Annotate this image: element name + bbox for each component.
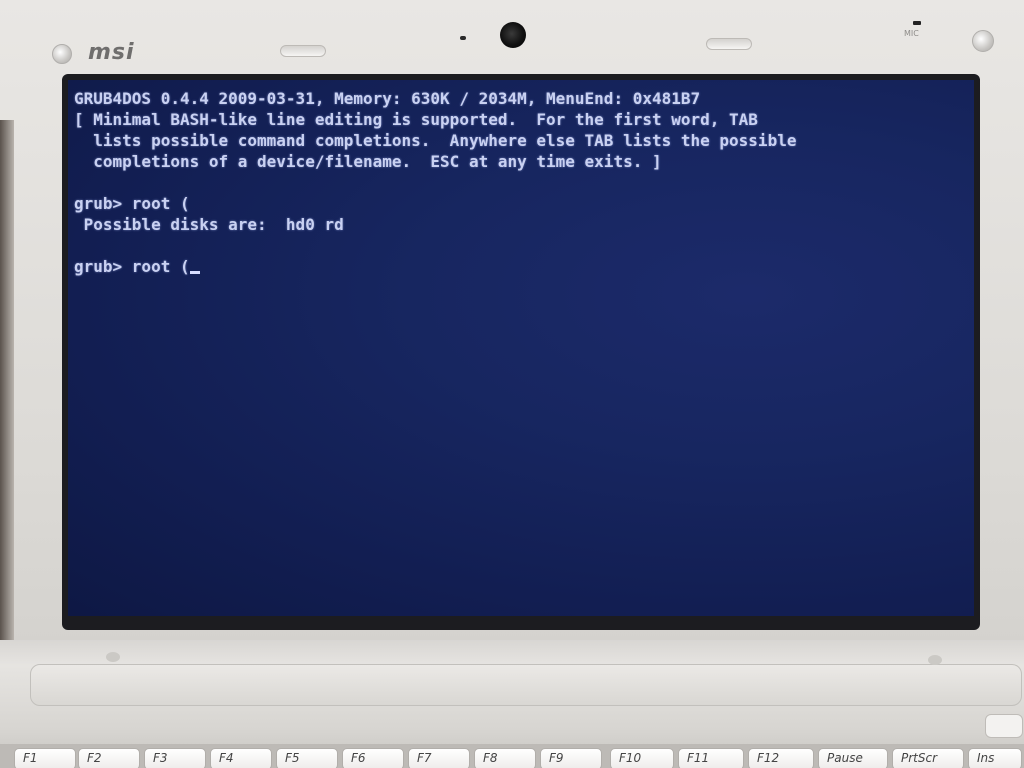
terminal-prompt-line[interactable]: grub> root ( <box>74 256 964 277</box>
key-ins[interactable]: Ins <box>968 748 1022 768</box>
key-f12[interactable]: F12 <box>748 748 814 768</box>
key-prtscr[interactable]: PrtScr <box>892 748 964 768</box>
microphone-icon <box>913 21 921 25</box>
key-f11[interactable]: F11 <box>678 748 744 768</box>
brand-logo: msi <box>88 40 135 65</box>
terminal-line-help-2: lists possible command completions. Anyw… <box>74 131 797 150</box>
key-f2[interactable]: F2 <box>78 748 140 768</box>
key-pause[interactable]: Pause <box>818 748 888 768</box>
terminal-line-help-1: [ Minimal BASH-like line editing is supp… <box>74 110 758 129</box>
terminal-line-help-3: completions of a device/filename. ESC at… <box>74 152 662 171</box>
hinge-bar <box>30 664 1022 706</box>
terminal-output: GRUB4DOS 0.4.4 2009-03-31, Memory: 630K … <box>74 88 964 277</box>
prompt-input-text[interactable]: grub> root ( <box>74 257 190 276</box>
bezel-slot-left <box>280 45 326 57</box>
terminal-line-command: grub> root ( <box>74 194 190 213</box>
side-badge <box>985 714 1023 738</box>
hinge-knob-left <box>106 652 120 662</box>
camera-indicator-icon <box>460 36 466 40</box>
laptop-body: msi MIC GRUB4DOS 0.4.4 2009-03-31, Memor… <box>0 0 1024 768</box>
grub-console-screen[interactable]: GRUB4DOS 0.4.4 2009-03-31, Memory: 630K … <box>68 80 974 616</box>
webcam-icon <box>500 22 526 48</box>
key-f9[interactable]: F9 <box>540 748 602 768</box>
bezel-slot-right <box>706 38 752 50</box>
background-edge <box>0 120 14 660</box>
key-f5[interactable]: F5 <box>276 748 338 768</box>
key-f10[interactable]: F10 <box>610 748 674 768</box>
mic-label: MIC <box>904 29 919 38</box>
terminal-line-completions: Possible disks are: hd0 rd <box>74 215 344 234</box>
key-f6[interactable]: F6 <box>342 748 404 768</box>
power-indicator-icon <box>52 44 72 64</box>
key-f3[interactable]: F3 <box>144 748 206 768</box>
key-f8[interactable]: F8 <box>474 748 536 768</box>
key-f1[interactable]: F1 <box>14 748 76 768</box>
key-f4[interactable]: F4 <box>210 748 272 768</box>
key-f7[interactable]: F7 <box>408 748 470 768</box>
text-cursor-icon <box>189 271 200 274</box>
indicator-light-icon <box>972 30 994 52</box>
terminal-line-header: GRUB4DOS 0.4.4 2009-03-31, Memory: 630K … <box>74 89 701 108</box>
hinge-knob-right <box>928 655 942 665</box>
